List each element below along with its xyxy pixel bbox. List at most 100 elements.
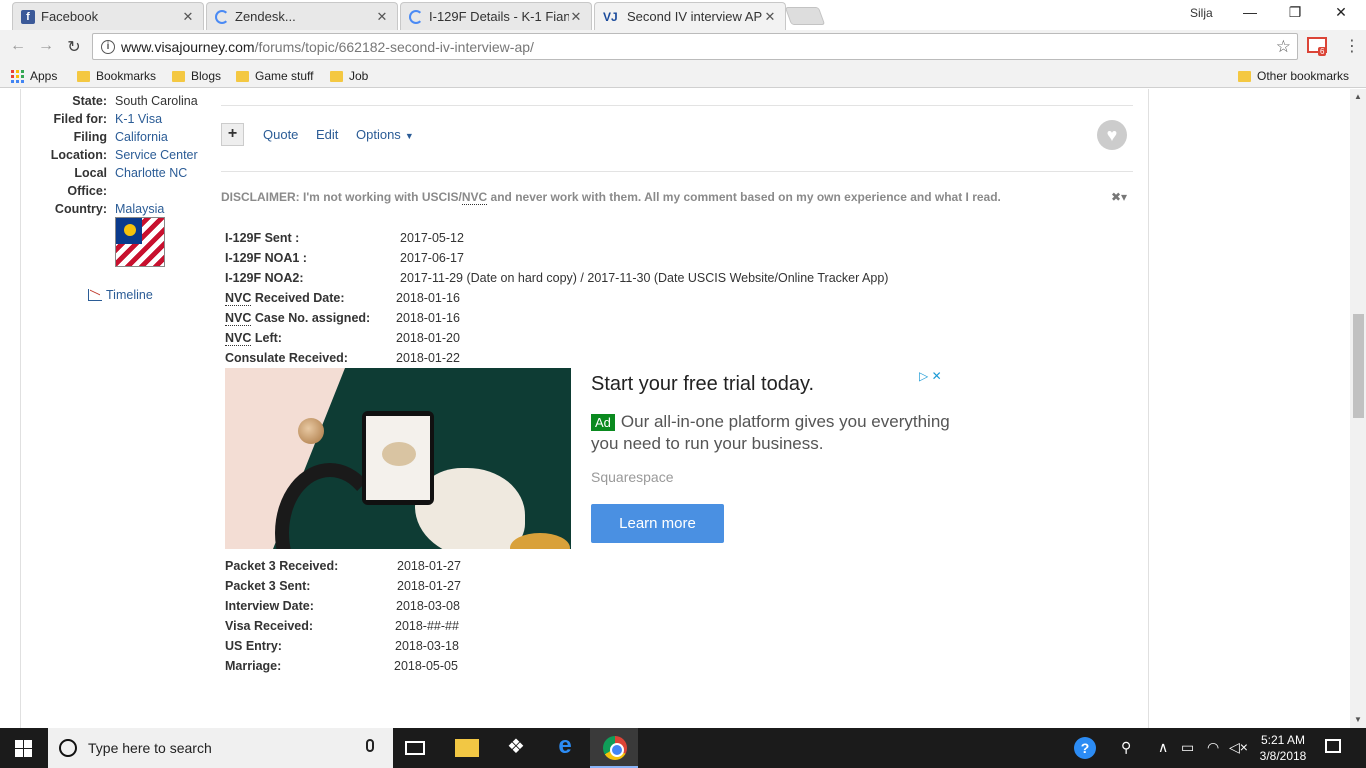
timeline-label: Marriage: [225,659,282,673]
system-clock[interactable]: 5:21 AM 3/8/2018 [1258,732,1308,764]
bookmark-game-stuff[interactable]: Game stuff [236,69,313,83]
close-icon[interactable]: ✕ [763,9,777,25]
folder-icon [236,70,249,82]
chevron-up-icon[interactable]: ∧ [1158,739,1168,756]
battery-icon[interactable]: ▭ [1181,739,1194,756]
timeline-value: 2018-01-22 [396,351,460,365]
tab-facebook[interactable]: f Facebook ✕ [12,2,204,30]
file-explorer-icon[interactable] [455,739,479,757]
timeline-label: I-129F Sent : [225,231,300,245]
bookmark-label: Bookmarks [96,69,157,83]
abbr-nvc: NVC [225,311,252,326]
timeline-label: I-129F NOA2: [225,271,304,285]
bookmark-star-icon[interactable]: ☆ [1276,37,1291,57]
task-view-icon[interactable] [405,741,425,755]
quote-button[interactable]: Quote [263,127,298,142]
adchoices-icon[interactable]: ▷ ✕ [919,369,942,383]
learn-more-button[interactable]: Learn more [591,504,724,543]
vertical-scrollbar[interactable]: ▲ ▼ [1350,89,1366,728]
close-window-icon[interactable]: ✕ [1331,4,1351,21]
reload-icon[interactable]: ↻ [64,37,84,57]
timeline-label: Visa Received: [225,619,314,633]
tab-second-iv-interview[interactable]: VJ Second IV interview AP - ✕ [594,2,786,30]
ad-image[interactable] [225,368,571,549]
profile-value: South Carolina [115,94,198,108]
bookmark-blogs[interactable]: Blogs [172,69,221,83]
search-placeholder: Type here to search [88,740,212,756]
timeline-row: Interview Date: 2018-03-08 [225,599,460,613]
ad-body[interactable]: Ad Our all-in-one platform gives you ever… [591,411,951,455]
profile-link[interactable]: Charlotte NC [115,166,187,180]
scrollbar-thumb[interactable] [1353,314,1364,418]
heart-icon[interactable]: ♥ [1097,120,1127,150]
disclaimer-text: and never work with them. All my comment… [487,190,1001,204]
ad-badge: Ad [591,414,615,431]
timeline-link[interactable]: Timeline [88,288,153,302]
bookmark-apps[interactable]: Apps [11,69,57,83]
dropbox-icon[interactable]: ❖ [504,734,528,758]
timeline-label: Packet 3 Received: [225,559,339,573]
browser-toolbar: ← → ↻ i www.visajourney.com/forums/topic… [0,30,1366,64]
timeline-row: US Entry: 2018-03-18 [225,639,459,653]
bookmark-job[interactable]: Job [330,69,368,83]
wifi-icon[interactable]: ◠ [1207,739,1219,756]
minimize-icon[interactable]: — [1240,4,1260,20]
edit-button[interactable]: Edit [316,127,338,142]
timeline-value: 2018-03-18 [395,639,459,653]
tab-title: I-129F Details - K-1 Fianc [429,9,569,24]
caret-down-icon: ▼ [404,131,414,141]
timeline-row: I-129F NOA2: 2017-11-29 (Date on hard co… [225,271,888,285]
profile-link[interactable]: California [115,130,168,144]
scroll-down-icon[interactable]: ▼ [1350,712,1366,728]
close-icon[interactable]: ✕ [569,9,583,25]
multiquote-button[interactable]: + [221,123,244,146]
profile-link[interactable]: K-1 Visa [115,112,162,126]
bookmark-other[interactable]: Other bookmarks [1238,69,1349,83]
chrome-icon[interactable] [603,736,627,760]
help-icon[interactable]: ? [1074,737,1096,759]
info-icon[interactable]: i [101,39,115,54]
ad-brand[interactable]: Squarespace [591,469,674,485]
address-bar[interactable]: i www.visajourney.com/forums/topic/66218… [92,33,1298,60]
ad-headline[interactable]: Start your free trial today. [591,373,814,396]
restore-icon[interactable]: ❐ [1285,4,1305,21]
close-icon[interactable]: ✕ [181,9,195,25]
microphone-icon[interactable] [366,739,374,752]
clock-date: 3/8/2018 [1259,749,1307,763]
profile-label: Location: [50,148,107,162]
cortana-icon [59,739,77,757]
profile-name[interactable]: Silja [1190,6,1213,20]
profile-link[interactable]: Service Center [115,148,198,162]
taskbar-search-box[interactable]: Type here to search [48,728,393,768]
notification-icon[interactable] [1325,739,1341,753]
disclaimer-text: DISCLAIMER: I'm not working with USCIS/ [221,190,462,204]
timeline-value: 2018-##-## [395,619,459,633]
scroll-up-icon[interactable]: ▲ [1350,89,1366,105]
new-tab-button[interactable] [784,7,826,25]
menu-icon[interactable]: ⋮ [1344,36,1360,56]
ad-body-text: Our all-in-one platform gives you everyt… [591,412,950,453]
tab-i129f[interactable]: I-129F Details - K-1 Fianc ✕ [400,2,592,30]
bookmark-label: Apps [30,69,58,83]
people-icon[interactable]: ⚲ [1121,739,1131,756]
tab-title: Facebook [41,9,99,24]
timeline-label: Timeline [106,288,153,302]
hide-signature-icon[interactable]: ✖▾ [1111,190,1127,204]
abbr-nvc: NVC [225,331,252,346]
disclaimer-abbr: NVC [461,190,488,205]
windows-start-icon[interactable] [15,740,32,757]
forward-arrow-icon[interactable]: → [36,37,56,55]
timeline-label: Interview Date: [225,599,314,613]
options-button[interactable]: Options ▼ [356,127,414,142]
folder-icon [77,70,90,82]
edge-icon[interactable]: e [553,732,577,759]
profile-label: State: [72,94,107,108]
bookmark-bookmarks[interactable]: Bookmarks [77,69,156,83]
tab-zendesk[interactable]: Zendesk... ✕ [206,2,398,30]
close-icon[interactable]: ✕ [375,9,389,25]
timeline-label: Packet 3 Sent: [225,579,311,593]
profile-link[interactable]: Malaysia [115,202,164,216]
timeline-value: 2018-05-05 [394,659,458,673]
back-arrow-icon[interactable]: ← [8,37,28,55]
volume-icon[interactable]: ◁× [1229,739,1248,756]
